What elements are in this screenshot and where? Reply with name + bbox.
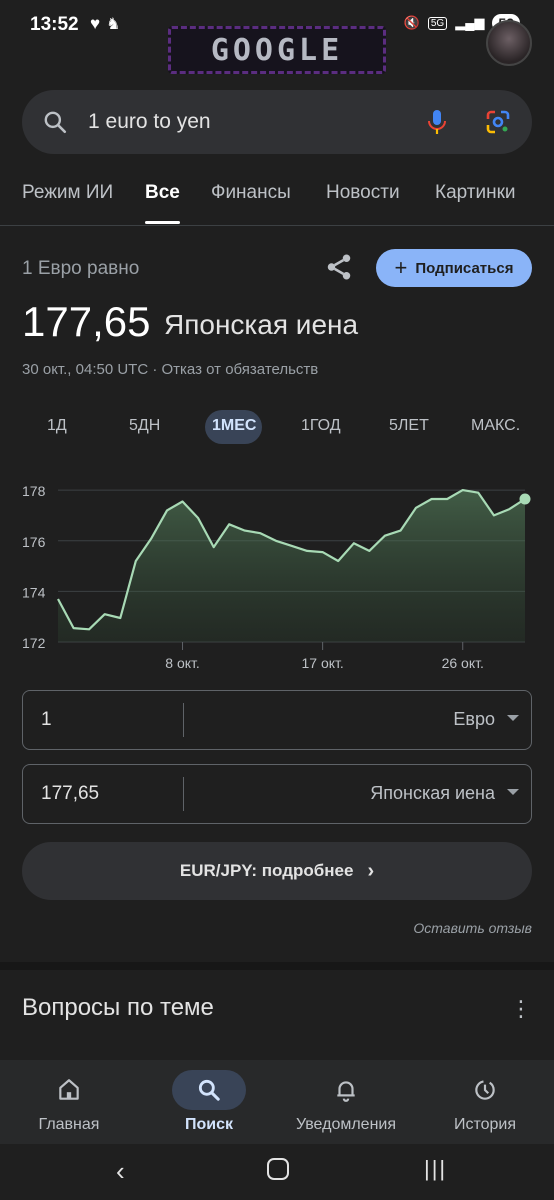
dropdown-arrow-icon[interactable]: [507, 715, 519, 721]
y-tick-label: 172: [22, 635, 46, 651]
subscribe-label: Подписаться: [415, 259, 514, 277]
y-tick-label: 174: [22, 584, 46, 600]
details-label: EUR/JPY: подробнее: [179, 861, 354, 880]
home-icon: [59, 1079, 79, 1100]
google-lens-icon[interactable]: [484, 108, 512, 136]
tab-news[interactable]: Новости: [326, 182, 400, 204]
nav-notifications[interactable]: Уведомления: [290, 1070, 402, 1134]
field-divider: [183, 777, 184, 811]
nav-search-label: Поиск: [184, 1116, 233, 1133]
chart-area-fill: [58, 490, 525, 642]
x-tick-label: 26 окт.: [442, 655, 484, 671]
home-button-icon[interactable]: [267, 1158, 289, 1180]
system-navigation-bar: ‹ |||: [0, 1144, 554, 1200]
share-icon[interactable]: [324, 252, 354, 282]
recent-apps-icon[interactable]: |||: [424, 1156, 447, 1182]
from-currency-select[interactable]: Евро: [453, 709, 495, 730]
nav-home[interactable]: Главная: [30, 1070, 108, 1134]
conversion-unit: Японская иена: [164, 309, 359, 340]
subscribe-button[interactable]: + Подписаться: [376, 249, 532, 287]
bottom-navigation: Главная Поиск Уведомления История: [0, 1060, 554, 1144]
range-1m[interactable]: 1МЕС: [212, 417, 256, 435]
range-5d[interactable]: 5ДН: [129, 417, 160, 435]
field-divider: [183, 703, 184, 737]
tab-finance[interactable]: Финансы: [211, 182, 291, 204]
rate-timestamp: 30 окт., 04:50 UTC · Отказ от обязательс…: [22, 361, 319, 378]
to-currency-field[interactable]: 177,65 Японская иена: [22, 764, 532, 824]
search-tabs: Режим ИИ Все Финансы Новости Картинки: [0, 168, 554, 226]
nav-history-label: История: [453, 1116, 517, 1133]
history-icon: [475, 1080, 495, 1100]
search-bar[interactable]: 1 euro to yen: [22, 90, 532, 154]
chart-last-point: [519, 493, 531, 505]
plus-icon: +: [394, 255, 408, 280]
microphone-icon[interactable]: [424, 108, 450, 136]
range-5y[interactable]: 5ЛЕТ: [389, 417, 429, 435]
network-type-label: 5G: [427, 16, 448, 30]
tab-ai-mode[interactable]: Режим ИИ: [22, 182, 113, 204]
feedback-link[interactable]: Оставить отзыв: [413, 920, 532, 936]
section-divider: [0, 962, 554, 970]
from-amount-input[interactable]: 1: [41, 709, 52, 731]
tab-images[interactable]: Картинки: [435, 182, 516, 204]
mute-icon: 🔇: [403, 15, 420, 30]
to-amount-input[interactable]: 177,65: [41, 783, 99, 805]
conversion-value: 177,65: [22, 298, 151, 345]
y-tick-label: 178: [22, 483, 46, 499]
app-notification-icon: ♞: [106, 16, 121, 33]
exchange-rate-chart[interactable]: 172 174 176 178 8 окт. 17 окт. 26 окт.: [0, 470, 554, 680]
heart-icon: ♥: [90, 14, 101, 33]
more-options-icon[interactable]: ⋮: [510, 996, 532, 1022]
search-icon: [198, 1079, 220, 1101]
status-time: 13:52: [30, 14, 79, 35]
equals-label: 1 Евро равно: [22, 258, 140, 279]
range-max[interactable]: МАКС.: [471, 417, 520, 435]
range-1d[interactable]: 1Д: [47, 417, 67, 435]
y-tick-label: 176: [22, 534, 46, 550]
related-questions-title: Вопросы по теме: [22, 994, 214, 1021]
nav-home-label: Главная: [38, 1116, 100, 1133]
x-tick-label: 8 окт.: [165, 655, 200, 671]
chevron-right-icon: ›: [367, 859, 375, 882]
back-icon[interactable]: ‹: [116, 1156, 125, 1187]
tab-all[interactable]: Все: [145, 182, 180, 204]
signal-icon: ▂▄▆: [455, 15, 485, 30]
to-currency-select[interactable]: Японская иена: [370, 783, 495, 804]
bell-icon: [337, 1081, 355, 1102]
range-1y[interactable]: 1ГОД: [301, 417, 341, 435]
dropdown-arrow-icon[interactable]: [507, 789, 519, 795]
active-tab-indicator: [145, 221, 180, 224]
nav-notifications-label: Уведомления: [295, 1116, 397, 1133]
account-avatar[interactable]: [486, 20, 532, 66]
search-icon: [44, 111, 67, 134]
nav-search[interactable]: Поиск: [170, 1070, 248, 1134]
from-currency-field[interactable]: 1 Евро: [22, 690, 532, 750]
details-button[interactable]: EUR/JPY: подробнее ›: [22, 842, 532, 900]
google-doodle[interactable]: GOOGLE: [168, 26, 386, 74]
status-icons-left: ♥ ♞: [90, 14, 120, 34]
search-query[interactable]: 1 euro to yen: [88, 110, 424, 134]
x-tick-label: 17 окт.: [301, 655, 343, 671]
nav-history[interactable]: История: [446, 1070, 524, 1134]
